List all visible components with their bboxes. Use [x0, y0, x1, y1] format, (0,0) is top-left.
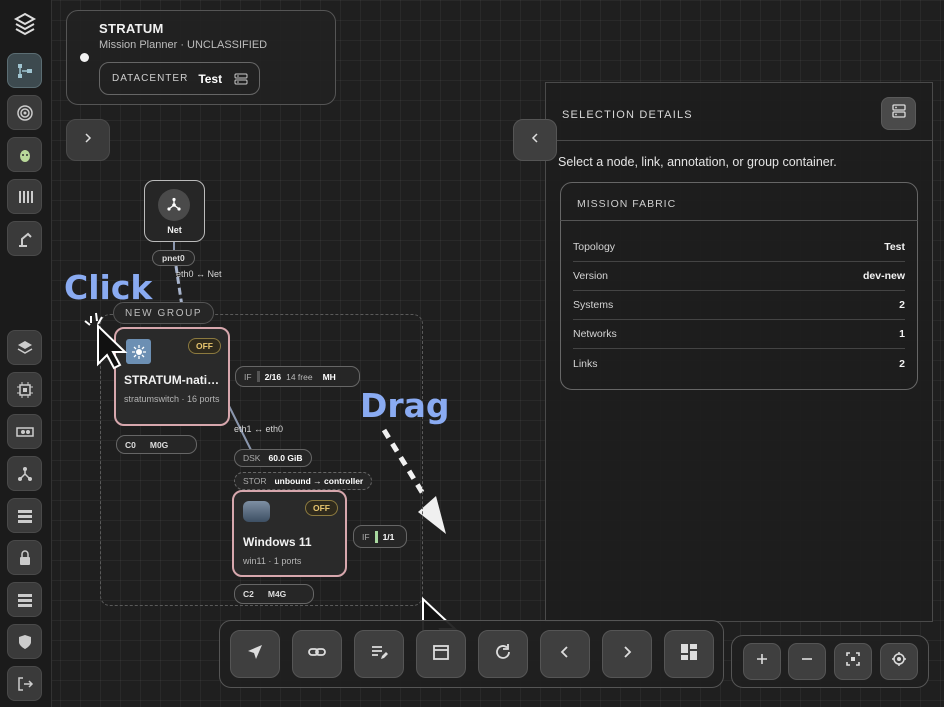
- mem-label: M4G: [267, 589, 287, 599]
- resource-chip[interactable]: C2 M4G: [234, 584, 314, 604]
- interface-chip[interactable]: IF 1/1: [353, 525, 407, 548]
- chevron-right-icon: [617, 642, 637, 667]
- refresh-button[interactable]: [478, 630, 528, 678]
- zoom-out-button[interactable]: [788, 643, 826, 680]
- dsk-label: DSK: [243, 453, 261, 463]
- if-label: IF: [244, 371, 252, 382]
- next-button[interactable]: [602, 630, 652, 678]
- resource-chip[interactable]: C0 M0G: [116, 435, 197, 454]
- power-status-badge: OFF: [188, 338, 221, 354]
- cpu-label: C0: [125, 439, 136, 450]
- recenter-button[interactable]: [880, 643, 918, 680]
- mem-label: M0G: [149, 439, 169, 450]
- edge-label-link: eth1 ↔ eth0: [234, 424, 284, 434]
- dashboard-grid-icon: [679, 642, 699, 667]
- zoom-in-button[interactable]: [743, 643, 781, 680]
- previous-button[interactable]: [540, 630, 590, 678]
- minus-icon: [799, 651, 815, 672]
- if-value: 1/1: [382, 531, 395, 542]
- drag-annotation: Drag: [360, 386, 450, 425]
- os-image-icon: [243, 501, 270, 522]
- port-chip[interactable]: pnet0: [152, 250, 195, 266]
- switch-node-name: STRATUM-nati…: [124, 373, 220, 387]
- fit-screen-icon: [845, 651, 861, 672]
- refresh-icon: [493, 642, 513, 667]
- dsk-value: 60.0 GiB: [268, 453, 303, 463]
- cpu-label: C2: [243, 589, 254, 599]
- chevron-left-icon: [555, 642, 575, 667]
- fit-view-button[interactable]: [834, 643, 872, 680]
- link-icon: [307, 642, 327, 667]
- if-free: 14 free: [286, 371, 313, 382]
- if-usage-bar: [256, 371, 260, 382]
- if-usage-bar: [374, 530, 378, 543]
- switch-node-subtitle: stratumswitch · 16 ports: [124, 394, 220, 404]
- stor-value: unbound → controller: [274, 476, 364, 486]
- click-annotation: Click: [64, 268, 153, 307]
- if-label: IF: [362, 531, 370, 542]
- select-tool-button[interactable]: [230, 630, 280, 678]
- if-extra: MH: [322, 371, 336, 382]
- notes-edit-icon: [369, 642, 389, 667]
- network-node-label: Net: [167, 225, 182, 235]
- edge-label-net: eth0 ↔ Net: [176, 269, 222, 279]
- interface-chip[interactable]: IF 2/16 14 free MH: [235, 366, 360, 387]
- plus-icon: [754, 651, 770, 672]
- navigate-arrow-icon: [245, 642, 265, 667]
- link-tool-button[interactable]: [292, 630, 342, 678]
- storage-chip[interactable]: STOR unbound → controller: [234, 472, 373, 490]
- layout-button[interactable]: [664, 630, 714, 678]
- annotate-tool-button[interactable]: [354, 630, 404, 678]
- folder-box-icon: [431, 642, 451, 667]
- group-tool-button[interactable]: [416, 630, 466, 678]
- stor-label: STOR: [243, 476, 267, 486]
- power-status-badge: OFF: [305, 500, 338, 516]
- crosshair-icon: [891, 651, 907, 672]
- disk-chip[interactable]: DSK 60.0 GiB: [234, 449, 312, 467]
- windows-node-subtitle: win11 · 1 ports: [243, 556, 302, 566]
- network-hub-icon: [158, 189, 190, 221]
- click-cursor-icon: [84, 312, 128, 370]
- if-value: 2/16: [264, 371, 282, 382]
- windows-node-name: Windows 11: [243, 535, 312, 549]
